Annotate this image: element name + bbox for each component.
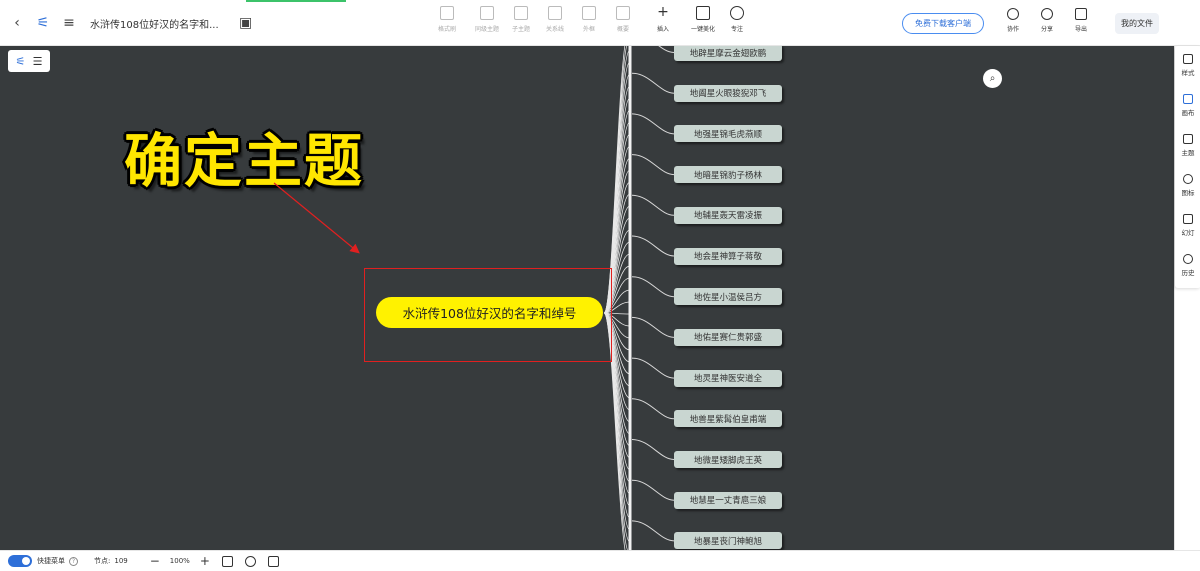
tool-summary[interactable]: 概要 (606, 6, 640, 33)
sidebar-item-history[interactable]: 历史 (1175, 254, 1200, 277)
slides-icon (1183, 214, 1193, 224)
right-sidebar: 样式 画布 主题 图标 幻灯 历史 (1174, 46, 1200, 550)
locate-icon[interactable] (244, 555, 256, 567)
sidebar-item-theme[interactable]: 主题 (1175, 134, 1200, 157)
tool-relation-line[interactable]: 关系线 (538, 6, 572, 33)
relation-line-icon (548, 6, 562, 20)
zoom-in-icon[interactable]: + (200, 554, 210, 568)
leaf-node[interactable]: 地会星神算子蒋敬 (674, 247, 782, 265)
leaf-node[interactable]: 地兽星紫髯伯皇甫端 (674, 410, 782, 428)
magic-wand-icon (696, 6, 710, 20)
style-icon (1183, 54, 1193, 64)
fit-screen-icon[interactable] (221, 555, 233, 567)
quick-menu-label: 快捷菜单 (37, 557, 65, 565)
my-files-button[interactable]: 我的文件 (1115, 13, 1159, 34)
share-tools: 协作 分享 导出 (1000, 8, 1094, 33)
format-painter-icon (440, 6, 454, 20)
frame-icon (582, 6, 596, 20)
tool-child-topic[interactable]: 子主题 (504, 6, 538, 33)
edit-tools: 格式刷 同级主题 子主题 关系线 外框 概要 + 插入 一键美化 专注 (430, 4, 754, 33)
tool-insert[interactable]: + 插入 (646, 4, 680, 33)
history-icon (1183, 254, 1193, 264)
sidebar-item-icons[interactable]: 图标 (1175, 174, 1200, 197)
back-icon[interactable]: ‹ (8, 14, 26, 32)
toolbar-left: ‹ ⚟ ≡ 水浒传108位好汉的名字和... ▣ (8, 0, 255, 46)
export-icon (1075, 8, 1087, 20)
collaborate-button[interactable]: 协作 (1000, 8, 1026, 33)
zoom-level[interactable]: 100% (170, 557, 190, 565)
child-topic-icon (514, 6, 528, 20)
zoom-out-icon[interactable]: − (150, 554, 160, 568)
top-toolbar: ‹ ⚟ ≡ 水浒传108位好汉的名字和... ▣ 格式刷 同级主题 子主题 关系… (0, 0, 1200, 46)
leaf-node[interactable]: 地辅星轰天雷凌振 (674, 206, 782, 224)
plus-icon: + (657, 4, 669, 20)
loading-strip (246, 0, 346, 2)
summary-icon (616, 6, 630, 20)
leaf-node[interactable]: 地辟星摩云金翅欧鹏 (674, 46, 782, 61)
leaf-node[interactable]: 地佐星小温侯吕方 (674, 288, 782, 306)
tool-format-painter[interactable]: 格式刷 (430, 6, 464, 33)
leaf-node[interactable]: 地微星矮脚虎王英 (674, 451, 782, 468)
mindmap-logo-icon[interactable]: ⚟ (34, 14, 52, 32)
save-icon[interactable]: ▣ (237, 14, 255, 32)
canvas-icon (1183, 94, 1193, 104)
tool-frame[interactable]: 外框 (572, 6, 606, 33)
tool-beautify[interactable]: 一键美化 (686, 6, 720, 33)
focus-icon (730, 6, 744, 20)
leaf-node[interactable]: 地灵星神医安道全 (674, 369, 782, 387)
menu-icon[interactable]: ≡ (60, 14, 78, 32)
node-count-label: 节点: (94, 557, 111, 565)
share-button[interactable]: 分享 (1034, 8, 1060, 33)
leaf-node[interactable]: 地阖星火眼狻猊邓飞 (674, 84, 782, 102)
mindmap-canvas[interactable]: ⚟ ☰ ⌕ 确定主题 水浒传108位好汉的名字和绰号 地辟星摩云金翅欧鹏 地阖星火… (0, 46, 1174, 550)
share-icon (1041, 8, 1053, 20)
leaf-node[interactable]: 地强星锦毛虎燕顺 (674, 125, 782, 143)
collaborate-icon (1007, 8, 1019, 20)
minimap-icon[interactable] (267, 555, 279, 567)
emoji-icon (1183, 174, 1193, 184)
theme-icon (1183, 134, 1193, 144)
node-count: 109 (114, 557, 128, 565)
leaf-node[interactable]: 地暴星丧门神鲍旭 (674, 532, 782, 550)
export-button[interactable]: 导出 (1068, 8, 1094, 33)
status-bar: 快捷菜单 ? 节点: 109 − 100% + (0, 550, 1200, 571)
sidebar-item-canvas[interactable]: 画布 (1175, 94, 1200, 117)
tool-focus[interactable]: 专注 (720, 6, 754, 33)
tool-sibling-topic[interactable]: 同级主题 (470, 6, 504, 33)
right-panel: 样式 画布 主题 图标 幻灯 历史 (1175, 46, 1200, 288)
sibling-topic-icon (480, 6, 494, 20)
sidebar-item-style[interactable]: 样式 (1175, 54, 1200, 77)
sidebar-item-slides[interactable]: 幻灯 (1175, 214, 1200, 237)
central-topic-node[interactable]: 水浒传108位好汉的名字和绰号 (376, 297, 603, 328)
leaf-node[interactable]: 地暗星锦豹子杨林 (674, 166, 782, 184)
quick-menu-toggle[interactable] (8, 555, 32, 567)
help-icon[interactable]: ? (69, 556, 78, 566)
document-title[interactable]: 水浒传108位好汉的名字和... (90, 16, 219, 31)
leaf-node[interactable]: 地慧星一丈青扈三娘 (674, 491, 782, 509)
leaf-node[interactable]: 地佑星赛仁贵郭盛 (674, 328, 782, 346)
download-client-button[interactable]: 免费下载客户端 (902, 13, 984, 34)
